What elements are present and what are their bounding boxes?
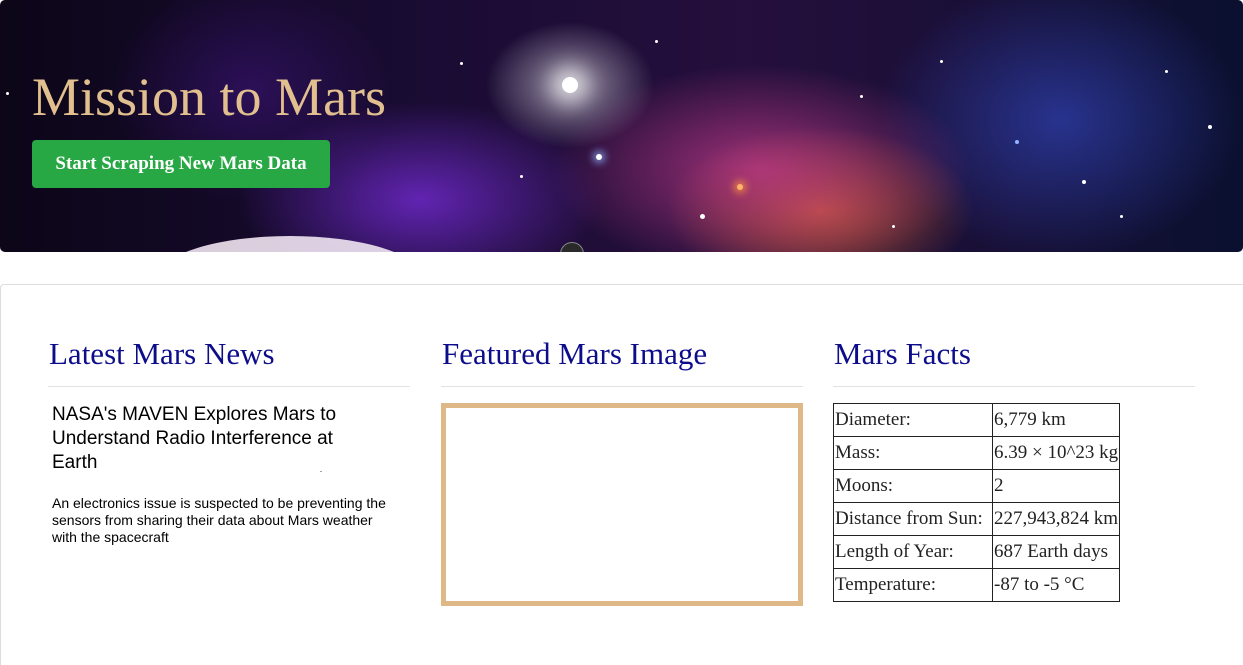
fact-value: 227,943,824 km — [991, 502, 1121, 536]
fact-label: Moons: — [833, 469, 993, 503]
star-icon — [1120, 215, 1123, 218]
start-scraping-button[interactable]: Start Scraping New Mars Data — [32, 140, 330, 188]
page-title: Mission to Mars — [32, 67, 387, 127]
star-icon — [1082, 180, 1086, 184]
table-row: Moons: 2 — [833, 469, 1121, 503]
featured-image-heading: Featured Mars Image — [441, 336, 803, 387]
news-teaser: An electronics issue is suspected to be … — [52, 495, 386, 545]
star-icon — [892, 225, 895, 228]
featured-image[interactable] — [441, 403, 803, 606]
news-heading: Latest Mars News — [48, 336, 410, 387]
star-icon — [1208, 125, 1212, 129]
table-row: Length of Year: 687 Earth days — [833, 535, 1121, 569]
star-icon — [460, 62, 463, 65]
bright-star-icon — [562, 77, 578, 93]
stray-dot: . — [320, 465, 322, 474]
news-column: Latest Mars News NASA's MAVEN Explores M… — [48, 336, 410, 546]
facts-table: Diameter: 6,779 km Mass: 6.39 × 10^23 kg… — [833, 403, 1121, 602]
moon-icon — [560, 242, 584, 252]
fact-label: Mass: — [833, 436, 993, 470]
fact-value: 2 — [991, 469, 1121, 503]
fact-value: -87 to -5 °C — [991, 568, 1121, 602]
planet-icon — [160, 236, 420, 252]
table-row: Distance from Sun: 227,943,824 km — [833, 502, 1121, 536]
fact-label: Length of Year: — [833, 535, 993, 569]
news-title: NASA's MAVEN Explores Mars to Understand… — [52, 404, 337, 473]
fact-value: 6.39 × 10^23 kg — [991, 436, 1121, 470]
star-icon — [860, 95, 863, 98]
star-icon — [940, 60, 943, 63]
fact-label: Diameter: — [833, 403, 993, 437]
fact-value: 6,779 km — [991, 403, 1121, 437]
table-row: Diameter: 6,779 km — [833, 403, 1121, 437]
star-icon — [596, 154, 602, 160]
fact-label: Temperature: — [833, 568, 993, 602]
star-icon — [655, 40, 658, 43]
star-icon — [700, 214, 705, 219]
hero-banner: Mission to Mars Start Scraping New Mars … — [0, 0, 1243, 252]
facts-heading: Mars Facts — [833, 336, 1195, 387]
fact-label: Distance from Sun: — [833, 502, 993, 536]
facts-column: Mars Facts Diameter: 6,779 km Mass: 6.39… — [833, 336, 1195, 602]
star-icon — [1165, 70, 1168, 73]
star-icon — [1015, 140, 1019, 144]
table-row: Mass: 6.39 × 10^23 kg — [833, 436, 1121, 470]
star-icon — [6, 92, 9, 95]
star-icon — [520, 175, 523, 178]
fact-value: 687 Earth days — [991, 535, 1121, 569]
featured-image-column: Featured Mars Image — [441, 336, 803, 606]
star-icon — [737, 184, 743, 190]
table-row: Temperature: -87 to -5 °C — [833, 568, 1121, 602]
